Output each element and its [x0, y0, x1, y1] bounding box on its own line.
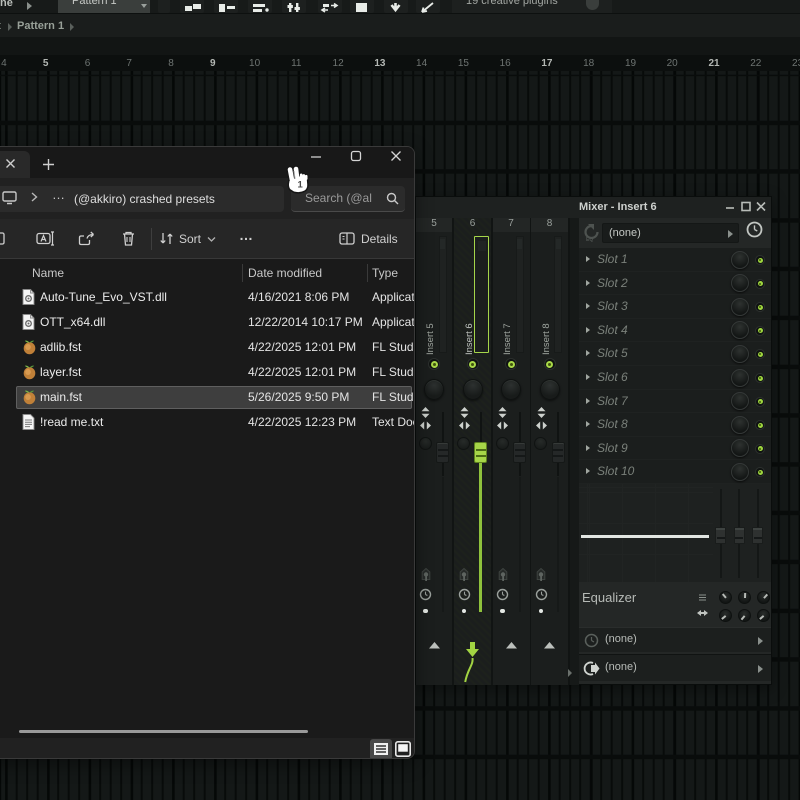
- svg-text:1: 1: [298, 180, 304, 191]
- svg-text:EQ: EQ: [586, 237, 593, 242]
